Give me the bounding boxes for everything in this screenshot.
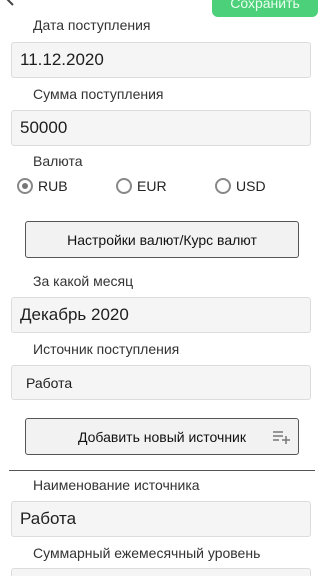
date-field[interactable]: 11.12.2020 bbox=[11, 42, 311, 78]
radio-eur-dot bbox=[116, 178, 132, 194]
radio-usd-label: USD bbox=[236, 178, 266, 194]
currency-radio-group: RUB EUR USD bbox=[0, 178, 324, 200]
radio-usd-dot bbox=[215, 178, 231, 194]
source-select[interactable]: Работа bbox=[11, 365, 311, 400]
playlist-add-icon bbox=[273, 431, 290, 444]
source-name-value: Работа bbox=[20, 509, 77, 528]
source-name-label: Наименование источника bbox=[33, 477, 200, 493]
amount-label: Сумма поступления bbox=[33, 86, 164, 102]
radio-rub-label: RUB bbox=[38, 178, 68, 194]
month-label: За какой месяц bbox=[33, 273, 134, 289]
source-value: Работа bbox=[26, 374, 73, 391]
back-arrow-icon[interactable] bbox=[2, 0, 24, 8]
section-divider bbox=[9, 470, 315, 471]
month-field[interactable]: Декабрь 2020 bbox=[11, 297, 311, 333]
date-value: 11.12.2020 bbox=[20, 50, 104, 69]
monthly-level-field[interactable] bbox=[11, 568, 311, 576]
save-button[interactable]: Сохранить bbox=[212, 0, 318, 17]
amount-field[interactable]: 50000 bbox=[11, 110, 311, 146]
monthly-level-label: Суммарный ежемесячный уровень bbox=[33, 545, 261, 561]
add-source-button[interactable]: Добавить новый источник bbox=[25, 418, 299, 455]
radio-rub[interactable]: RUB bbox=[17, 178, 68, 194]
date-label: Дата поступления bbox=[33, 17, 151, 33]
radio-usd[interactable]: USD bbox=[215, 178, 266, 194]
add-source-label: Добавить новый источник bbox=[77, 428, 246, 445]
radio-eur-label: EUR bbox=[137, 178, 167, 194]
radio-rub-dot bbox=[17, 178, 33, 194]
radio-eur[interactable]: EUR bbox=[116, 178, 167, 194]
month-value: Декабрь 2020 bbox=[20, 305, 129, 324]
currency-label: Валюта bbox=[33, 153, 83, 169]
source-name-field[interactable]: Работа bbox=[11, 501, 311, 537]
source-label: Источник поступления bbox=[33, 341, 180, 357]
currency-settings-button[interactable]: Настройки валют/Курс валют bbox=[25, 221, 299, 258]
amount-value: 50000 bbox=[20, 118, 68, 137]
